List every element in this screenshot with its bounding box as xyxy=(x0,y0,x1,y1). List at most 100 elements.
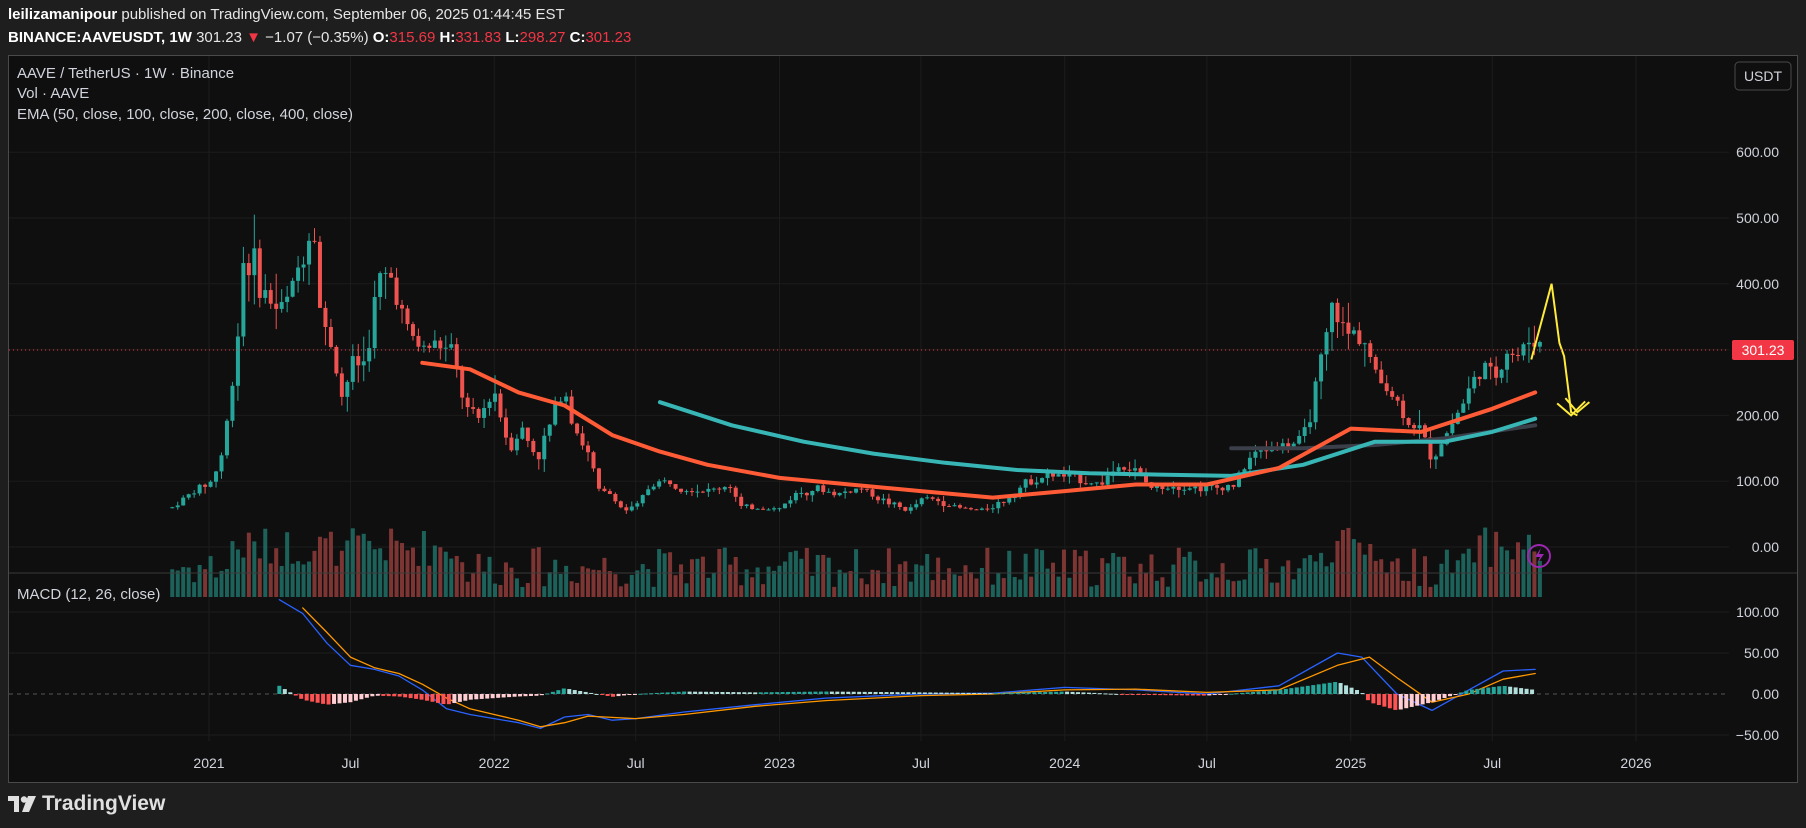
volume-bar xyxy=(389,528,394,597)
macd-histogram-bar xyxy=(1032,692,1037,694)
volume-bar xyxy=(471,573,476,597)
candle-body xyxy=(350,356,355,382)
candle-body xyxy=(192,493,197,495)
footer-brand[interactable]: TradingView xyxy=(8,792,165,816)
macd-histogram-bar xyxy=(621,694,626,696)
macd-histogram-bar xyxy=(561,688,566,694)
macd-histogram-bar xyxy=(1415,694,1420,706)
macd-histogram-bar xyxy=(1026,692,1031,694)
macd-histogram-bar xyxy=(386,694,391,697)
volume-bar xyxy=(1526,534,1531,597)
macd-histogram-bar xyxy=(425,694,430,701)
currency-button[interactable]: USDT xyxy=(1734,61,1792,91)
candle-body xyxy=(1001,501,1006,503)
macd-histogram-bar xyxy=(512,694,517,697)
macd-histogram-bar xyxy=(835,691,840,694)
volume-bar xyxy=(498,584,503,597)
macd-histogram-bar xyxy=(627,694,632,695)
candle-body xyxy=(482,407,487,418)
macd-histogram-bar xyxy=(1169,694,1174,696)
candle-body xyxy=(1351,330,1356,334)
candle-body xyxy=(1488,362,1493,367)
macd-histogram-bar xyxy=(1327,682,1332,694)
candle-body xyxy=(1384,383,1389,392)
macd-histogram-bar xyxy=(1136,694,1141,695)
candle-body xyxy=(285,296,290,303)
volume-bar xyxy=(219,570,224,597)
volume-bar xyxy=(870,569,875,597)
volume-bar xyxy=(679,564,684,597)
macd-histogram-bar xyxy=(282,689,287,694)
candle-body xyxy=(1494,366,1499,378)
volume-bar xyxy=(503,562,508,597)
macd-histogram-bar xyxy=(1070,691,1075,694)
macd-histogram-bar xyxy=(1256,691,1261,694)
currency-label: USDT xyxy=(1744,68,1783,84)
candle-body xyxy=(181,497,186,506)
macd-histogram-bar xyxy=(1431,694,1436,702)
macd-histogram-bar xyxy=(649,693,654,695)
macd-histogram-bar xyxy=(846,691,851,694)
candle-body xyxy=(257,248,262,298)
macd-histogram-bar xyxy=(375,694,380,696)
macd-histogram-bar xyxy=(1333,682,1338,694)
volume-bar xyxy=(793,550,798,597)
macd-histogram-bar xyxy=(999,692,1004,694)
candle-body xyxy=(454,344,459,368)
volume-bar xyxy=(1308,555,1313,597)
macd-histogram-bar xyxy=(1251,691,1256,694)
volume-bar xyxy=(859,578,864,597)
y-tick-label: 200.00 xyxy=(1736,407,1779,423)
candle-body xyxy=(679,488,684,492)
macd-histogram-bar xyxy=(332,694,337,704)
candle-body xyxy=(974,509,979,511)
volume-bar xyxy=(1505,550,1510,597)
candle-body xyxy=(668,480,673,485)
volume-bar xyxy=(312,550,317,597)
volume-bar xyxy=(1165,586,1170,597)
volume-bar xyxy=(1302,558,1307,597)
candle-body xyxy=(1390,391,1395,397)
volume-bar xyxy=(826,557,831,597)
macd-histogram-bar xyxy=(419,694,424,700)
volume-bar xyxy=(1078,556,1083,597)
chart-frame[interactable]: 2021 Jul 2022 Jul 2023 Jul 2024 Jul 2025 Jul 2026 6… xyxy=(8,55,1798,783)
candle-body xyxy=(695,491,700,493)
macd-histogram-bar xyxy=(944,692,949,694)
candle-body xyxy=(711,488,716,490)
volume-bar xyxy=(958,575,963,597)
candle-body xyxy=(1521,344,1526,356)
chart-svg[interactable]: 2021 Jul 2022 Jul 2023 Jul 2024 Jul 2025 Jul 2026 6… xyxy=(9,56,1797,782)
volume-bar xyxy=(1275,582,1280,597)
candle-body xyxy=(1319,354,1324,382)
candle-body xyxy=(925,497,930,499)
volume-bar xyxy=(1160,577,1165,597)
volume-bar xyxy=(788,552,793,597)
volume-bar xyxy=(1401,580,1406,597)
volume-bar xyxy=(1116,556,1121,597)
publisher-name[interactable]: leilizamanipour xyxy=(8,6,117,23)
volume-bar xyxy=(1472,562,1477,597)
candle-body xyxy=(378,273,383,298)
volume-bar xyxy=(1040,550,1045,597)
volume-bar xyxy=(832,586,837,597)
candle-body xyxy=(815,485,820,491)
macd-histogram-bar xyxy=(922,692,927,694)
volume-bar xyxy=(1455,560,1460,597)
volume-bar xyxy=(432,545,437,597)
macd-histogram-bar xyxy=(501,694,506,698)
volume-bar xyxy=(673,575,678,597)
tradingview-logo-icon xyxy=(8,796,36,812)
candle-body xyxy=(241,263,246,337)
macd-histogram-bar xyxy=(403,694,408,698)
macd-histogram-bar xyxy=(1409,694,1414,707)
macd-histogram-bar xyxy=(1365,694,1370,701)
macd-histogram-bar xyxy=(1272,690,1277,694)
macd-histogram-bar xyxy=(1305,685,1310,694)
volume-bar xyxy=(257,558,262,597)
candle-body xyxy=(1198,486,1203,492)
volume-bar xyxy=(405,550,410,597)
open-value: 315.69 xyxy=(389,29,436,46)
volume-bar xyxy=(1111,553,1116,597)
macd-histogram-bar xyxy=(1043,691,1048,694)
